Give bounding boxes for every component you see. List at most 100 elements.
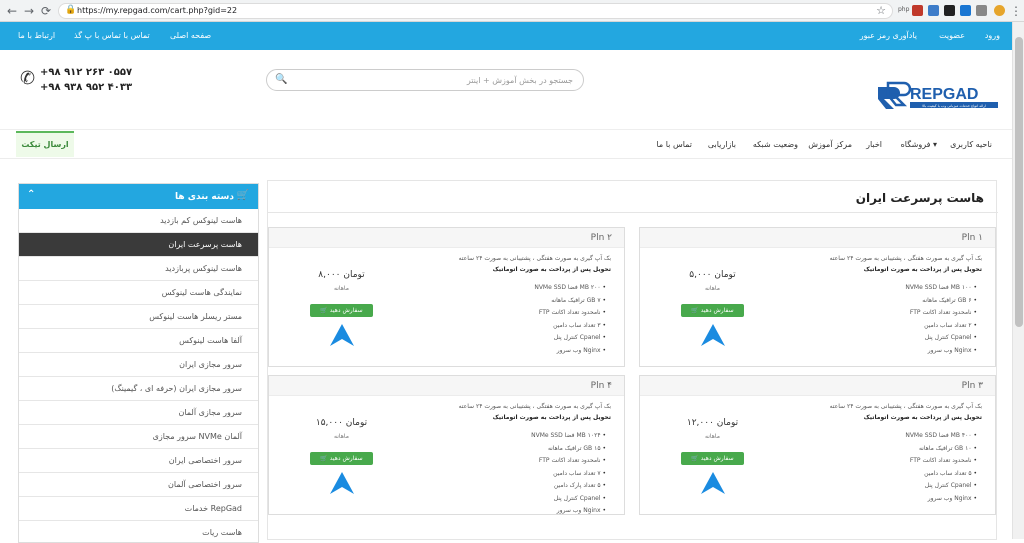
flag-icon[interactable]: [944, 5, 955, 16]
plan-feature: Nginx وب سرور: [787, 345, 977, 358]
plan-feature: Cpanel کنترل پنل: [416, 332, 606, 345]
site-header: ✆ +۹۸ ۹۱۲ ۲۶۳ ۰۵۵۷ +۹۸ ۹۳۸ ۹۵۲ ۴۰۳۳ 🔍 جس…: [0, 50, 1012, 130]
nav-network-status[interactable]: وضعیت شبکه: [753, 140, 798, 149]
plan-feature: ۲۰۰ MB فضا NVMe SSD: [416, 282, 606, 295]
main-nav: ناحیه کاربری فروشگاه ▾ اخبار مرکز آموزش …: [0, 131, 1012, 159]
login-link[interactable]: ورود: [985, 31, 1000, 40]
repgad-logo[interactable]: REPGAD ارائه انواع خدمات میزبانی وب با ک…: [874, 81, 1000, 111]
back-icon[interactable]: ←: [4, 3, 20, 19]
plan-price: ۱۵,۰۰۰ تومان: [315, 418, 368, 428]
plan-feature: ۱۵ GB ترافیک ماهانه: [416, 443, 606, 456]
sidebar-item[interactable]: خدمات RepGad: [19, 497, 258, 521]
lock-icon: 🔒: [65, 5, 77, 15]
order-button[interactable]: 🛒 سفارش دهید: [310, 452, 373, 465]
sidebar-item[interactable]: سرور مجازی آلمان: [19, 401, 258, 425]
plan-feature-list: ۲۰۰ MB فضا NVMe SSD۷ GB ترافیک ماهانهنام…: [416, 282, 606, 357]
scroll-thumb[interactable]: [1015, 37, 1023, 327]
phone-icon: ✆: [20, 68, 36, 89]
sidebar-title: دسته بندی ها: [175, 192, 234, 202]
plan-feature: ۵ تعداد ساب دامین: [787, 468, 977, 481]
sidebar-item[interactable]: سرور مجازی ایران (حرفه ای ، گیمینگ): [19, 377, 258, 401]
plan-description: بک آپ گیری به صورت هفتگی ، پشتیبانی به ص…: [458, 255, 611, 262]
billing-cycle: ماهانه: [334, 285, 349, 292]
plan-delivery-note: تحویل پس از پرداخت به صورت اتوماتیک: [863, 414, 982, 421]
plan-name: Pln ۳: [961, 381, 983, 391]
reload-icon[interactable]: ⟳: [38, 3, 54, 19]
php-extension-label[interactable]: php: [898, 6, 909, 13]
plan-price: ۵,۰۰۰ تومان: [689, 270, 736, 280]
sidebar-item[interactable]: سرور اختصاصی آلمان: [19, 473, 258, 497]
sidebar-item[interactable]: هاست ریات: [19, 521, 258, 542]
cart-icon: 🛒: [691, 455, 699, 462]
search-icon[interactable]: 🔍: [275, 74, 287, 85]
nav-news[interactable]: اخبار: [866, 140, 882, 149]
nav-store[interactable]: فروشگاه ▾: [901, 140, 937, 149]
phone-number: +۹۸ ۹۱۲ ۲۶۳ ۰۵۵۷: [40, 67, 133, 78]
plan-feature: نامحدود تعداد اکانت FTP: [416, 455, 606, 468]
chevron-up-icon[interactable]: ⌃: [27, 189, 35, 200]
search-input[interactable]: 🔍 جستجو در بخش آموزش + اینتر: [266, 69, 584, 91]
plan-description: بک آپ گیری به صورت هفتگی ، پشتیبانی به ص…: [829, 255, 982, 262]
plan-feature: ۱۰۰ MB فضا NVMe SSD: [787, 282, 977, 295]
call-link[interactable]: تماس با تماس با پ گذ: [74, 31, 150, 40]
sidebar-item[interactable]: مستر ریسلر هاست لینوکس: [19, 305, 258, 329]
cart-icon: 🛒: [320, 455, 328, 462]
arrow-up-icon: [701, 472, 725, 494]
sidebar-item[interactable]: هاست لینوکس پربازدید: [19, 257, 258, 281]
order-button[interactable]: 🛒 سفارش دهید: [310, 304, 373, 317]
plan-header: Pln ۱: [640, 228, 995, 248]
home-link[interactable]: صفحه اصلی: [170, 31, 211, 40]
forgot-password-link[interactable]: یادآوری رمز عبور: [860, 31, 917, 40]
category-sidebar: 🛒 دسته بندی ها ⌃ هاست لینوکس کم بازدید ه…: [18, 183, 259, 543]
plan-delivery-note: تحویل پس از پرداخت به صورت اتوماتیک: [492, 266, 611, 273]
address-bar[interactable]: 🔒 https://my.repgad.com/cart.php?gid=22 …: [58, 3, 893, 19]
sidebar-item-active[interactable]: هاست پرسرعت ایران: [19, 233, 258, 257]
download-icon[interactable]: [960, 5, 971, 16]
plan-feature: Cpanel کنترل پنل: [787, 480, 977, 493]
extension-icon[interactable]: [912, 5, 923, 16]
order-button-label: سفارش دهید: [329, 307, 363, 314]
plan-header: Pln ۳: [640, 376, 995, 396]
arrow-up-icon: [330, 324, 354, 346]
plan-delivery-note: تحویل پس از پرداخت به صورت اتوماتیک: [863, 266, 982, 273]
sidebar-item[interactable]: نمایندگی هاست لینوکس: [19, 281, 258, 305]
caret-down-icon: ▾: [932, 140, 937, 149]
nav-contact[interactable]: تماس با ما: [656, 140, 692, 149]
plan-description: بک آپ گیری به صورت هفتگی ، پشتیبانی به ص…: [458, 403, 611, 410]
sidebar-item[interactable]: آلفا هاست لینوکس: [19, 329, 258, 353]
menu-icon[interactable]: ⋮: [1008, 3, 1024, 19]
browser-toolbar: ← → ⟳ 🔒 https://my.repgad.com/cart.php?g…: [0, 0, 1024, 22]
divider: [268, 212, 998, 213]
plan-feature: ۷ GB ترافیک ماهانه: [416, 295, 606, 308]
send-ticket-button[interactable]: ارسال تیکت: [16, 131, 74, 157]
order-button[interactable]: 🛒 سفارش دهید: [681, 304, 744, 317]
plan-feature-list: ۱۰۲۴ MB فضا NVMe SSD۱۵ GB ترافیک ماهانهن…: [416, 430, 606, 514]
avatar[interactable]: [994, 5, 1005, 16]
plan-feature: Nginx وب سرور: [787, 493, 977, 506]
extension-icon[interactable]: [928, 5, 939, 16]
bookmark-star-icon[interactable]: ☆: [876, 4, 886, 17]
sidebar-item[interactable]: سرور مجازی NVMe آلمان: [19, 425, 258, 449]
nav-learning-center[interactable]: مرکز آموزش: [808, 140, 852, 149]
plan-description: بک آپ گیری به صورت هفتگی ، پشتیبانی به ص…: [829, 403, 982, 410]
plan-feature: Nginx وب سرور: [416, 505, 606, 514]
billing-cycle: ماهانه: [705, 285, 720, 292]
plan-name: Pln ۴: [590, 381, 612, 391]
plan-feature: ۱۰۲۴ MB فضا NVMe SSD: [416, 430, 606, 443]
plan-delivery-note: تحویل پس از پرداخت به صورت اتوماتیک: [492, 414, 611, 421]
billing-cycle: ماهانه: [334, 433, 349, 440]
sidebar-item[interactable]: سرور اختصاصی ایران: [19, 449, 258, 473]
sidebar-item[interactable]: هاست لینوکس کم بازدید: [19, 209, 258, 233]
forward-icon[interactable]: →: [21, 3, 37, 19]
scrollbar[interactable]: [1012, 22, 1024, 539]
nav-client-area[interactable]: ناحیه کاربری: [950, 140, 992, 149]
order-button[interactable]: 🛒 سفارش دهید: [681, 452, 744, 465]
order-button-label: سفارش دهید: [700, 455, 734, 462]
register-link[interactable]: عضویت: [939, 31, 965, 40]
arrow-up-icon: [330, 472, 354, 494]
contact-link[interactable]: ارتباط با ما: [18, 31, 55, 40]
sidebar-item[interactable]: سرور مجازی ایران: [19, 353, 258, 377]
nav-affiliate[interactable]: بازاریابی: [708, 140, 736, 149]
sidebar-header[interactable]: 🛒 دسته بندی ها ⌃: [19, 184, 258, 209]
extension-icon[interactable]: [976, 5, 987, 16]
